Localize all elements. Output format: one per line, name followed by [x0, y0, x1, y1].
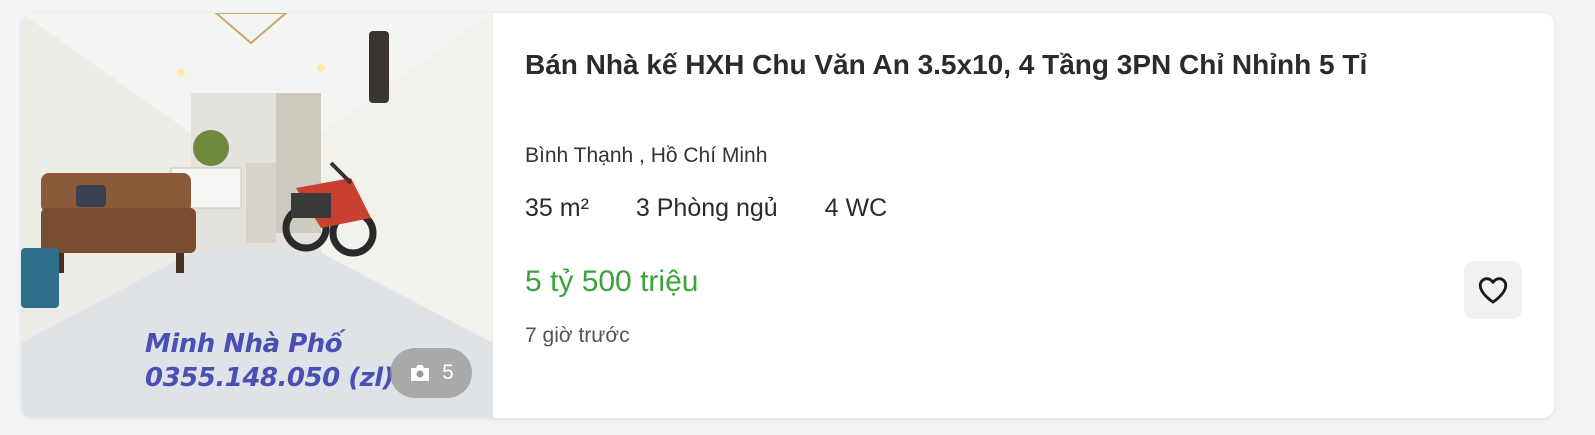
heart-outline-icon: [1478, 277, 1508, 304]
watermark-phone: 0355.148.050 (zl): [145, 363, 395, 393]
listing-bathrooms: 4 WC: [824, 194, 888, 222]
photo-watermark: Minh Nhà Phố 0355.148.050 (zl): [145, 327, 395, 395]
listing-title[interactable]: Bán Nhà kế HXH Chu Văn An 3.5x10, 4 Tầng…: [525, 49, 1367, 81]
watermark-name: Minh Nhà Phố: [145, 329, 343, 359]
listing-card[interactable]: Minh Nhà Phố 0355.148.050 (zl) 5 Bán Nhà…: [21, 13, 1554, 418]
listing-area: 35 m²: [525, 194, 589, 222]
listing-posted-time: 7 giờ trước: [525, 324, 630, 347]
listing-bedrooms: 3 Phòng ngủ: [635, 194, 778, 222]
photo-count-badge[interactable]: 5: [390, 348, 472, 398]
listing-specs: 35 m² 3 Phòng ngủ 4 WC: [525, 194, 887, 223]
photo-count-value: 5: [442, 361, 454, 384]
listing-price: 5 tỷ 500 triệu: [525, 265, 699, 298]
listing-location: Bình Thạnh , Hồ Chí Minh: [525, 144, 768, 167]
camera-icon: [411, 365, 430, 381]
favorite-button[interactable]: [1464, 261, 1522, 319]
listing-photo[interactable]: Minh Nhà Phố 0355.148.050 (zl) 5: [21, 13, 493, 418]
